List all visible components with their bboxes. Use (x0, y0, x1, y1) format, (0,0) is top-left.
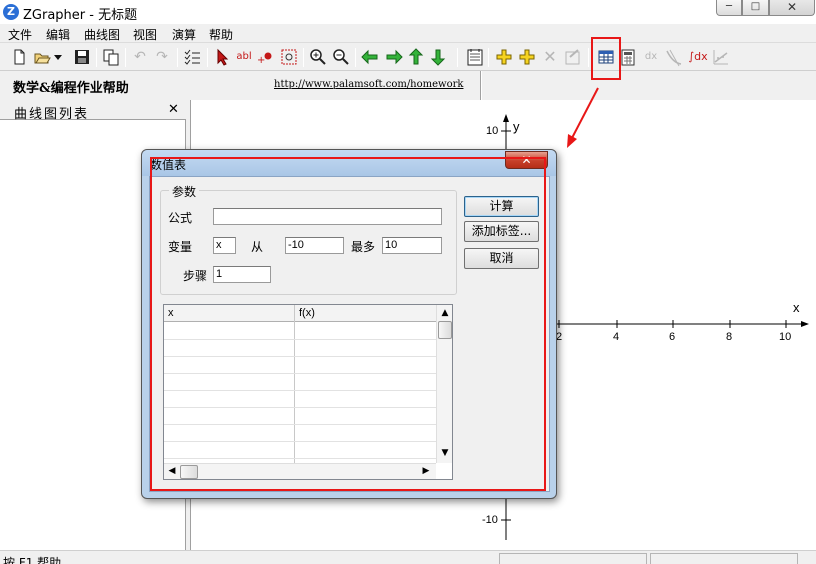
menu-calculus[interactable]: 演算 (172, 26, 196, 43)
toolbar: ↶ ↷ abl + ✕ dx ∫dx (0, 44, 816, 71)
y-tick-label: -10 (482, 514, 498, 526)
delete-icon[interactable]: ✕ (540, 47, 560, 67)
dropdown-arrow-icon[interactable] (52, 47, 64, 67)
undo-icon[interactable]: ↶ (130, 47, 150, 67)
x-tick-label: 6 (669, 331, 676, 343)
zoom-region-icon[interactable] (279, 47, 299, 67)
minimize-button[interactable]: ─ (716, 0, 742, 16)
y-tick-label: 10 (486, 125, 499, 137)
integral-icon[interactable]: ∫dx (686, 47, 710, 67)
copy-icon[interactable] (101, 47, 121, 67)
toolbar-button-highlight (591, 37, 621, 80)
toolbar-separator (303, 48, 304, 67)
calculator-icon[interactable] (618, 47, 638, 67)
menu-file[interactable]: 文件 (8, 26, 32, 43)
arrow-down-icon[interactable] (428, 47, 448, 67)
curve-list-header: 曲线图列表 ✕ (0, 100, 186, 122)
new-file-icon[interactable] (9, 47, 29, 67)
maximize-button[interactable]: □ (742, 0, 769, 16)
open-folder-icon[interactable] (32, 47, 52, 67)
app-icon: Z (3, 4, 19, 20)
toolbar-separator (588, 48, 589, 67)
curve-list-title: 曲线图列表 (14, 107, 90, 122)
toolbar-separator (125, 48, 126, 67)
menu-help[interactable]: 帮助 (209, 26, 233, 43)
regression-icon[interactable] (711, 47, 731, 67)
close-button[interactable]: ✕ (769, 0, 815, 16)
add-curve-icon[interactable] (494, 47, 514, 67)
svg-text:+: + (257, 55, 265, 66)
x-axis-label: x (793, 300, 800, 315)
status-bar: 按 F1 帮助 (0, 550, 816, 564)
title-bar: Z ZGrapher - 无标题 ─ □ ✕ (0, 0, 816, 24)
status-text: 按 F1 帮助 (3, 556, 62, 564)
redo-icon[interactable]: ↷ (152, 47, 172, 67)
formula-sheet-icon[interactable] (465, 47, 485, 67)
curve-list-close-icon[interactable]: ✕ (168, 102, 179, 117)
curve-list-icon[interactable] (182, 47, 202, 67)
toolbar-separator (457, 48, 458, 67)
arrow-left-icon[interactable] (360, 47, 380, 67)
menu-edit[interactable]: 编辑 (46, 26, 70, 43)
derivative-icon[interactable]: dx (641, 47, 661, 67)
add-point-icon[interactable]: + (256, 47, 276, 67)
helpbar-separator (480, 71, 482, 100)
arrow-up-icon[interactable] (406, 47, 426, 67)
toolbar-separator (177, 48, 178, 67)
menu-graph[interactable]: 曲线图 (84, 26, 120, 43)
homework-link[interactable]: http://www.palamsoft.com/homework (274, 79, 463, 90)
save-icon[interactable] (72, 47, 92, 67)
dialog-highlight (150, 157, 546, 491)
menu-bar: 文件 编辑 曲线图 视图 演算 帮助 (0, 24, 816, 43)
insert-text-icon[interactable]: abl (234, 47, 254, 67)
homework-help-title: 数学&编程作业帮助 (13, 81, 129, 96)
help-bar: 数学&编程作业帮助 http://www.palamsoft.com/homew… (0, 71, 816, 100)
window-title: ZGrapher - 无标题 (23, 8, 138, 23)
toolbar-separator (96, 48, 97, 67)
arrow-right-icon[interactable] (384, 47, 404, 67)
zoom-out-icon[interactable] (331, 47, 351, 67)
select-pointer-icon[interactable] (212, 47, 232, 67)
status-pane (499, 553, 647, 564)
toolbar-separator (207, 48, 208, 67)
y-axis-label: y (513, 119, 520, 134)
x-tick-label: 8 (726, 331, 733, 343)
zoom-in-icon[interactable] (308, 47, 328, 67)
x-tick-label: 10 (779, 331, 792, 343)
toolbar-separator (355, 48, 356, 67)
menu-view[interactable]: 视图 (133, 26, 157, 43)
tangent-icon[interactable] (664, 47, 684, 67)
add-item-icon[interactable] (517, 47, 537, 67)
toolbar-separator (488, 48, 489, 67)
status-pane (650, 553, 798, 564)
x-tick-label: 4 (613, 331, 620, 343)
properties-icon[interactable] (563, 47, 583, 67)
